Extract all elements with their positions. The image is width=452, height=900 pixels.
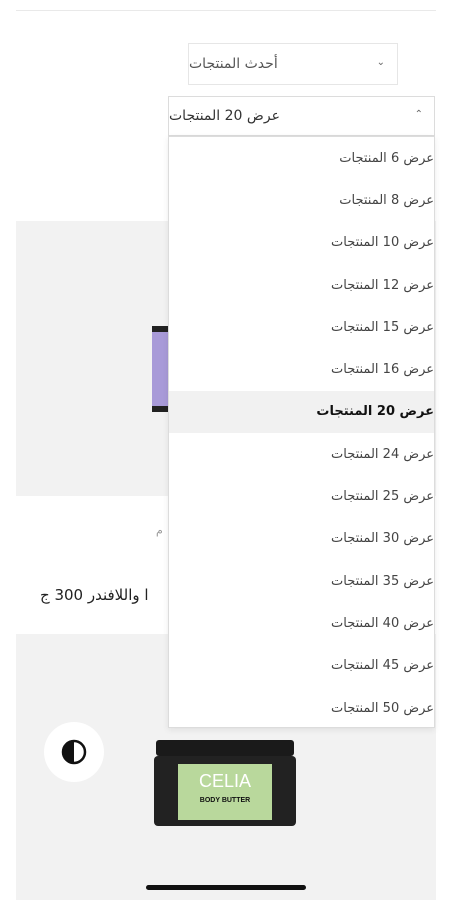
- per-page-option[interactable]: عرض 45 المنتجات: [169, 645, 434, 687]
- chevron-down-icon: ⌄: [376, 57, 385, 68]
- jar-label-text: BODY BUTTER: [200, 797, 250, 804]
- sort-select-value: أحدث المنتجات: [189, 56, 278, 72]
- per-page-option[interactable]: عرض 25 المنتجات: [169, 475, 434, 517]
- per-page-option[interactable]: عرض 12 المنتجات: [169, 264, 434, 306]
- sort-select[interactable]: أحدث المنتجات ⌄: [188, 43, 398, 85]
- per-page-select-value: عرض 20 المنتجات: [169, 108, 280, 124]
- jar-brand-text: CELIA: [199, 771, 251, 791]
- chevron-up-icon: ⌃: [414, 109, 423, 120]
- body-butter-jar-image: CELIA BODY BUTTER: [154, 740, 296, 826]
- per-page-option[interactable]: عرض 50 المنتجات: [169, 687, 434, 729]
- product-title[interactable]: ا واللافندر 300 ج: [40, 586, 149, 604]
- top-divider: [16, 10, 436, 11]
- per-page-option[interactable]: عرض 16 المنتجات: [169, 348, 434, 390]
- per-page-option[interactable]: عرض 40 المنتجات: [169, 602, 434, 644]
- per-page-option[interactable]: عرض 10 المنتجات: [169, 222, 434, 264]
- per-page-option-selected[interactable]: عرض 20 المنتجات: [169, 390, 434, 434]
- home-indicator[interactable]: [146, 885, 306, 890]
- per-page-select[interactable]: عرض 20 المنتجات ⌃: [168, 96, 435, 136]
- per-page-option[interactable]: عرض 30 المنتجات: [169, 518, 434, 560]
- product-meta: م: [156, 524, 163, 537]
- per-page-option[interactable]: عرض 6 المنتجات: [169, 137, 434, 179]
- per-page-dropdown: عرض 6 المنتجات عرض 8 المنتجات عرض 10 الم…: [168, 136, 435, 728]
- per-page-option[interactable]: عرض 24 المنتجات: [169, 433, 434, 475]
- contrast-icon: [61, 739, 87, 765]
- per-page-option[interactable]: عرض 35 المنتجات: [169, 560, 434, 602]
- contrast-button[interactable]: [44, 722, 104, 782]
- per-page-option[interactable]: عرض 8 المنتجات: [169, 179, 434, 221]
- per-page-option[interactable]: عرض 15 المنتجات: [169, 306, 434, 348]
